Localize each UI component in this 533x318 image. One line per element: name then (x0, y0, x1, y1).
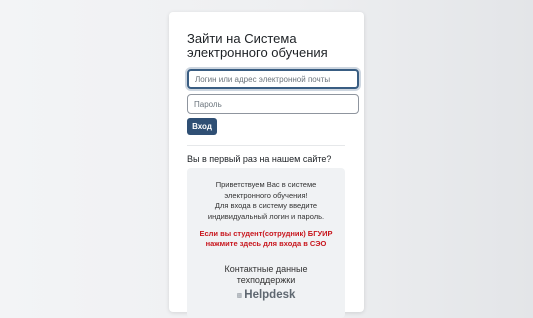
welcome-text: Приветствуем Вас в системе электронного … (187, 180, 345, 222)
first-time-heading: Вы в первый раз на нашем сайте? (187, 154, 332, 164)
username-input[interactable] (187, 69, 359, 89)
welcome-line: Для входа в систему введите (214, 201, 318, 210)
welcome-line: индивидуальный логин и пароль. (207, 211, 325, 221)
divider (187, 145, 345, 146)
contacts-line: Контактные данные (224, 264, 308, 274)
student-login-link[interactable]: Если вы студент(сотрудник) БГУИР нажмите… (187, 229, 345, 248)
helpdesk-label: Helpdesk (244, 289, 296, 301)
password-input[interactable] (187, 94, 359, 114)
helpdesk-link[interactable]: ▩ Helpdesk (187, 289, 345, 301)
support-contacts-heading: Контактные данные техподдержки (187, 264, 345, 286)
first-time-panel: Приветствуем Вас в системе электронного … (187, 168, 345, 318)
welcome-line: электронного обучения! (224, 190, 308, 200)
page-title: Зайти на Система электронного обучения (187, 31, 328, 60)
login-button[interactable]: Вход (187, 118, 217, 135)
student-link-line: нажмите здесь для входа в СЭО (205, 238, 327, 248)
login-card: Зайти на Система электронного обучения В… (169, 12, 364, 318)
contacts-line: техподдержки (236, 275, 296, 285)
welcome-line: Приветствуем Вас в системе (215, 180, 317, 189)
helpdesk-icon: ▩ (236, 293, 243, 299)
student-link-line: Если вы студент(сотрудник) БГУИР (199, 229, 333, 238)
